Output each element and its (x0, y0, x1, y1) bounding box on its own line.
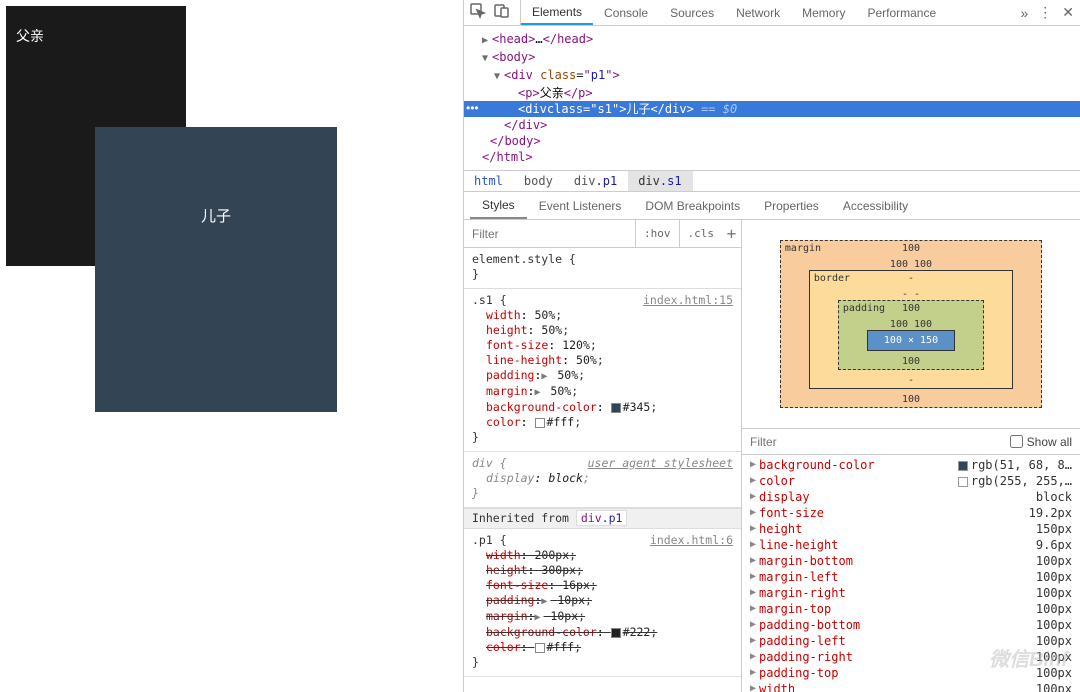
rule-uas[interactable]: div {user agent stylesheet display: bloc… (464, 452, 741, 508)
tab-sources[interactable]: Sources (659, 0, 725, 25)
tab-elements[interactable]: Elements (521, 0, 593, 25)
dom-row[interactable]: <p>父亲</p> (480, 85, 1080, 101)
css-property[interactable]: margin:▶ 50%; (472, 384, 733, 400)
dom-row-selected[interactable]: <div class="s1">儿子</div> == $0 (464, 101, 1080, 117)
more-tabs-icon[interactable]: » (1020, 5, 1028, 21)
breadcrumb-item[interactable]: div.p1 (564, 171, 628, 191)
styles-filter-row: :hov .cls + (464, 220, 741, 248)
css-property[interactable]: margin:▶ 10px; (472, 609, 733, 625)
computed-row[interactable]: ▶ width100px (742, 681, 1080, 692)
device-icon[interactable] (494, 3, 510, 22)
inherit-link[interactable]: div.p1 (576, 510, 628, 526)
css-property[interactable]: font-size: 16px; (472, 578, 733, 593)
computed-row[interactable]: ▶ height150px (742, 521, 1080, 537)
breadcrumb-item[interactable]: html (464, 171, 514, 191)
elements-tree[interactable]: ▶<head>…</head> ▼<body> ▼<div class="p1"… (464, 26, 1080, 170)
computed-row[interactable]: ▶ padding-top100px (742, 665, 1080, 681)
computed-row[interactable]: ▶ line-height9.6px (742, 537, 1080, 553)
child-label: 儿子 (201, 205, 231, 226)
subtab-event-listeners[interactable]: Event Listeners (527, 192, 634, 219)
css-property[interactable]: background-color: #345; (472, 400, 733, 415)
subtab-styles[interactable]: Styles (470, 192, 527, 219)
dom-row[interactable]: ▶<head>…</head> (480, 31, 1080, 49)
css-property[interactable]: height: 50%; (472, 323, 733, 338)
subtab-properties[interactable]: Properties (752, 192, 831, 219)
computed-filter: Show all (742, 429, 1080, 455)
dom-row[interactable]: </html> (480, 149, 1080, 165)
computed-row[interactable]: ▶ padding-left100px (742, 633, 1080, 649)
tab-memory[interactable]: Memory (791, 0, 856, 25)
dom-row[interactable]: </body> (480, 133, 1080, 149)
show-all-checkbox[interactable]: Show all (1010, 435, 1072, 449)
computed-row[interactable]: ▶ margin-right100px (742, 585, 1080, 601)
rule-p1[interactable]: .p1 {index.html:6 width: 200px;height: 3… (464, 529, 741, 677)
box-model-content: 100 × 150 (867, 330, 955, 351)
css-property[interactable]: height: 300px; (472, 563, 733, 578)
computed-row[interactable]: ▶ margin-top100px (742, 601, 1080, 617)
css-property[interactable]: color: #fff; (472, 415, 733, 430)
css-property[interactable]: color: #fff; (472, 640, 733, 655)
rule-s1[interactable]: .s1 {index.html:15 width: 50%;height: 50… (464, 289, 741, 452)
css-property[interactable]: background-color: #222; (472, 625, 733, 640)
computed-list[interactable]: ▶ background-colorrgb(51, 68, 8…▶ colorr… (742, 455, 1080, 692)
computed-row[interactable]: ▶ font-size19.2px (742, 505, 1080, 521)
new-rule-button[interactable]: + (722, 222, 741, 246)
source-link[interactable]: index.html:6 (650, 533, 733, 548)
tab-console[interactable]: Console (593, 0, 659, 25)
close-icon[interactable]: ✕ (1062, 4, 1074, 21)
computed-row[interactable]: ▶ colorrgb(255, 255,… (742, 473, 1080, 489)
styles-tabs: StylesEvent ListenersDOM BreakpointsProp… (464, 192, 1080, 220)
styles-pane: :hov .cls + element.style { } .s1 {index… (464, 220, 742, 692)
cls-button[interactable]: .cls (679, 220, 723, 247)
css-property[interactable]: width: 200px; (472, 548, 733, 563)
child-box[interactable]: 儿子 (95, 127, 337, 412)
breadcrumb: htmlbodydiv.p1div.s1 (464, 170, 1080, 192)
subtab-accessibility[interactable]: Accessibility (831, 192, 920, 219)
computed-filter-input[interactable] (750, 435, 1010, 449)
hov-button[interactable]: :hov (635, 220, 679, 247)
css-property[interactable]: font-size: 120%; (472, 338, 733, 353)
computed-row[interactable]: ▶ padding-right100px (742, 649, 1080, 665)
computed-row[interactable]: ▶ padding-bottom100px (742, 617, 1080, 633)
tab-network[interactable]: Network (725, 0, 791, 25)
subtab-dom-breakpoints[interactable]: DOM Breakpoints (633, 192, 752, 219)
breadcrumb-item[interactable]: body (514, 171, 564, 191)
parent-label: 父亲 (6, 6, 186, 46)
inherited-from: Inherited from div.p1 (464, 508, 741, 529)
css-property[interactable]: width: 50%; (472, 308, 733, 323)
dom-row[interactable]: ▼<body> (480, 49, 1080, 67)
computed-row[interactable]: ▶ margin-left100px (742, 569, 1080, 585)
rule-element-style[interactable]: element.style { } (464, 248, 741, 289)
dom-row[interactable]: ▼<div class="p1"> (480, 67, 1080, 85)
tab-performance[interactable]: Performance (856, 0, 947, 25)
breadcrumb-item[interactable]: div.s1 (628, 171, 692, 191)
gutter-dots: ••• (466, 100, 479, 116)
devtools-toolbar: ElementsConsoleSourcesNetworkMemoryPerfo… (464, 0, 1080, 26)
dom-row[interactable]: </div> (480, 117, 1080, 133)
computed-row[interactable]: ▶ margin-bottom100px (742, 553, 1080, 569)
css-property[interactable]: padding:▶ 50%; (472, 368, 733, 384)
page-preview: 父亲 儿子 (0, 0, 463, 692)
css-property[interactable]: line-height: 50%; (472, 353, 733, 368)
source-link[interactable]: index.html:15 (643, 293, 733, 308)
styles-filter-input[interactable] (464, 227, 635, 241)
kebab-icon[interactable]: ⋮ (1038, 4, 1052, 21)
computed-row[interactable]: ▶ background-colorrgb(51, 68, 8… (742, 457, 1080, 473)
devtools-panel: ElementsConsoleSourcesNetworkMemoryPerfo… (463, 0, 1080, 692)
computed-row[interactable]: ▶ displayblock (742, 489, 1080, 505)
inspect-icon[interactable] (470, 3, 486, 22)
css-property[interactable]: display: block; (472, 471, 733, 486)
box-model[interactable]: margin 100 100 100 100 border - - - - (742, 220, 1080, 429)
css-property[interactable]: padding:▶ 10px; (472, 593, 733, 609)
